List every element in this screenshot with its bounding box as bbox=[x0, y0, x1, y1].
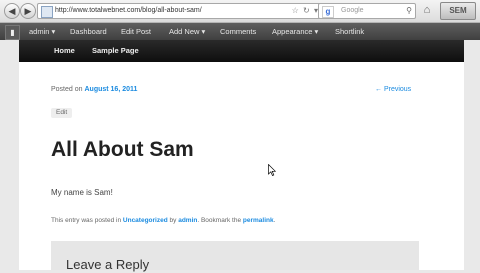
posted-on-label: Posted on bbox=[51, 86, 83, 93]
browser-toolbar: ◀ ▶ http://www.totalwebnet.com/blog/all-… bbox=[0, 0, 480, 23]
permalink-link[interactable]: permalink bbox=[243, 217, 274, 224]
reply-section: Leave a Reply bbox=[51, 241, 419, 272]
blog-page: Home Sample Page Posted on August 16, 20… bbox=[19, 40, 464, 272]
admin-bar-edit-post[interactable]: Edit Post bbox=[121, 23, 151, 40]
admin-bar-dashboard[interactable]: Dashboard bbox=[70, 23, 107, 40]
category-link[interactable]: Uncategorized bbox=[123, 217, 168, 224]
home-icon[interactable]: ⌂ bbox=[420, 3, 434, 17]
edit-button[interactable]: Edit bbox=[51, 108, 73, 118]
favicon-icon bbox=[41, 6, 53, 18]
nav-item-sample-page[interactable]: Sample Page bbox=[92, 40, 139, 62]
post-date-link[interactable]: August 16, 2011 bbox=[84, 86, 137, 93]
forward-icon[interactable]: ▶ bbox=[20, 3, 36, 19]
meta-bookmark: . Bookmark the bbox=[197, 217, 242, 224]
admin-bar-add-new[interactable]: Add New ▾ bbox=[169, 23, 205, 40]
bookmark-reload-icon[interactable]: ☆ ↻ ▾ bbox=[292, 5, 319, 17]
meta-by: by bbox=[169, 217, 177, 224]
mouse-cursor-icon bbox=[268, 164, 276, 176]
back-icon[interactable]: ◀ bbox=[4, 3, 20, 19]
address-bar[interactable]: http://www.totalwebnet.com/blog/all-abou… bbox=[37, 3, 324, 19]
admin-bar-shortlink[interactable]: Shortlink bbox=[335, 23, 364, 40]
search-placeholder: Google bbox=[341, 7, 364, 14]
google-icon[interactable]: g bbox=[322, 6, 334, 18]
search-icon[interactable]: ⚲ bbox=[406, 5, 412, 17]
wp-admin-bar: ▮ admin ▾ Dashboard Edit Post Add New ▾ … bbox=[0, 23, 480, 40]
url-text: http://www.totalwebnet.com/blog/all-abou… bbox=[55, 7, 202, 14]
post-body: My name is Sam! bbox=[51, 188, 113, 197]
meta-end: . bbox=[273, 217, 276, 224]
previous-post-link[interactable]: ← Previous bbox=[375, 85, 411, 94]
admin-bar-account[interactable]: admin ▾ bbox=[29, 23, 55, 40]
reply-title: Leave a Reply bbox=[66, 257, 150, 272]
nav-item-home[interactable]: Home bbox=[54, 40, 75, 62]
author-link[interactable]: admin bbox=[178, 217, 197, 224]
post-meta: This entry was posted in Uncategorized b… bbox=[51, 216, 275, 225]
search-input[interactable]: g Google ⚲ bbox=[318, 3, 416, 19]
addon-button[interactable]: SEM bbox=[440, 2, 476, 20]
post-date-line: Posted on August 16, 2011 bbox=[51, 85, 137, 94]
site-navigation: Home Sample Page bbox=[19, 40, 464, 62]
post-title: All About Sam bbox=[51, 138, 194, 161]
admin-bar-comments[interactable]: Comments bbox=[220, 23, 256, 40]
wordpress-icon[interactable]: ▮ bbox=[5, 25, 20, 40]
meta-prefix: This entry was posted in bbox=[51, 217, 122, 224]
admin-bar-appearance[interactable]: Appearance ▾ bbox=[272, 23, 318, 40]
